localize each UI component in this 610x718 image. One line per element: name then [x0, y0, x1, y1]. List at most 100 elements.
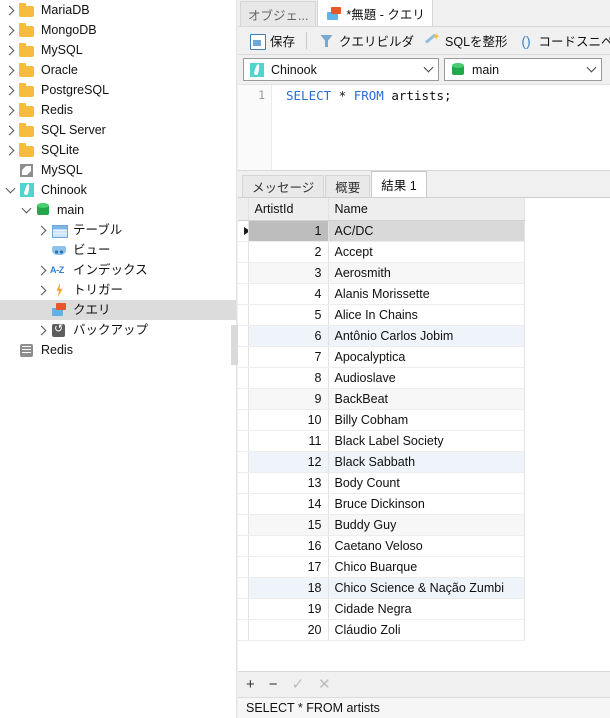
sql-editor[interactable]: 1 SELECT * FROM artists;: [238, 85, 610, 171]
table-row[interactable]: 18 Chico Science & Nação Zumbi: [238, 577, 525, 599]
cell-artistid[interactable]: 3: [248, 262, 329, 284]
chevron-right-icon[interactable]: [2, 65, 18, 75]
table-row[interactable]: 2 Accept: [238, 241, 525, 263]
tree-item-main[interactable]: main: [0, 200, 236, 220]
result-grid[interactable]: ArtistId Name 1 AC/DC 2 Accept 3 Aerosmith 4 Al…: [238, 198, 610, 671]
cell-name[interactable]: Buddy Guy: [328, 514, 525, 536]
cell-artistid[interactable]: 19: [248, 598, 329, 620]
delete-row-button[interactable]: −: [269, 677, 278, 692]
row-marker[interactable]: [238, 514, 249, 536]
row-marker[interactable]: [238, 346, 249, 368]
row-marker[interactable]: [238, 451, 249, 473]
document-tab-strip[interactable]: オブジェ... *無題 - クエリ: [238, 0, 610, 27]
tree-item-SQLite[interactable]: SQLite: [0, 140, 236, 160]
cell-name[interactable]: BackBeat: [328, 388, 525, 410]
row-marker[interactable]: [238, 388, 249, 410]
query-toolbar[interactable]: 保存 クエリビルダ SQLを整形 () コードスニペ: [238, 27, 610, 55]
tab-query[interactable]: *無題 - クエリ: [317, 0, 433, 26]
cell-name[interactable]: Cláudio Zoli: [328, 619, 525, 641]
result-table-body[interactable]: 1 AC/DC 2 Accept 3 Aerosmith 4 Alanis Morissett…: [238, 220, 525, 641]
chevron-down-icon[interactable]: [2, 183, 18, 194]
cell-artistid[interactable]: 18: [248, 577, 329, 599]
tree-item-Chinook[interactable]: Chinook: [0, 180, 236, 200]
cell-name[interactable]: Cidade Negra: [328, 598, 525, 620]
navigation-sidebar[interactable]: MariaDB MongoDB MySQL Oracle PostgreSQL Redis…: [0, 0, 236, 718]
cell-artistid[interactable]: 2: [248, 241, 329, 263]
cell-name[interactable]: Antônio Carlos Jobim: [328, 325, 525, 347]
tree-item-MongoDB[interactable]: MongoDB: [0, 20, 236, 40]
cell-name[interactable]: Billy Cobham: [328, 409, 525, 431]
chevron-right-icon[interactable]: [2, 5, 18, 15]
result-table[interactable]: ArtistId Name 1 AC/DC 2 Accept 3 Aerosmith 4 Al…: [238, 198, 525, 641]
query-builder-button[interactable]: クエリビルダ: [313, 30, 419, 52]
row-marker[interactable]: [238, 493, 249, 515]
table-row[interactable]: 13 Body Count: [238, 472, 525, 494]
table-row[interactable]: 17 Chico Buarque: [238, 556, 525, 578]
chevron-right-icon[interactable]: [2, 85, 18, 95]
tab-messages[interactable]: メッセージ: [242, 175, 325, 197]
chevron-right-icon[interactable]: [2, 145, 18, 155]
cell-artistid[interactable]: 10: [248, 409, 329, 431]
tree-item-SQL Server[interactable]: SQL Server: [0, 120, 236, 140]
connection-bar[interactable]: Chinook main: [238, 55, 610, 85]
cell-artistid[interactable]: 13: [248, 472, 329, 494]
cell-name[interactable]: Caetano Veloso: [328, 535, 525, 557]
table-row[interactable]: 1 AC/DC: [238, 220, 525, 242]
chevron-right-icon[interactable]: [2, 105, 18, 115]
grid-edit-toolbar[interactable]: + − ✓ ✕: [238, 671, 610, 697]
table-row[interactable]: 4 Alanis Morissette: [238, 283, 525, 305]
cell-name[interactable]: Alice In Chains: [328, 304, 525, 326]
table-row[interactable]: 20 Cláudio Zoli: [238, 619, 525, 641]
cell-name[interactable]: Apocalyptica: [328, 346, 525, 368]
tree-item-PostgreSQL[interactable]: PostgreSQL: [0, 80, 236, 100]
row-marker[interactable]: [238, 220, 249, 242]
row-marker[interactable]: [238, 304, 249, 326]
cell-artistid[interactable]: 16: [248, 535, 329, 557]
tree-item-クエリ[interactable]: クエリ: [0, 300, 236, 320]
cell-artistid[interactable]: 8: [248, 367, 329, 389]
cell-artistid[interactable]: 11: [248, 430, 329, 452]
cell-name[interactable]: Chico Science & Nação Zumbi: [328, 577, 525, 599]
code-snippet-button[interactable]: () コードスニペ: [513, 30, 610, 52]
sql-editor-text[interactable]: SELECT * FROM artists;: [272, 85, 610, 170]
tree-item-MySQL[interactable]: MySQL: [0, 160, 236, 180]
cell-artistid[interactable]: 17: [248, 556, 329, 578]
tree-item-MySQL[interactable]: MySQL: [0, 40, 236, 60]
row-marker[interactable]: [238, 430, 249, 452]
row-marker[interactable]: [238, 598, 249, 620]
cell-name[interactable]: Aerosmith: [328, 262, 525, 284]
chevron-down-icon[interactable]: [421, 62, 435, 73]
tree-item-バックアップ[interactable]: バックアップ: [0, 320, 236, 340]
table-row[interactable]: 5 Alice In Chains: [238, 304, 525, 326]
cell-name[interactable]: Alanis Morissette: [328, 283, 525, 305]
table-row[interactable]: 6 Antônio Carlos Jobim: [238, 325, 525, 347]
tree-item-テーブル[interactable]: テーブル: [0, 220, 236, 240]
cell-artistid[interactable]: 15: [248, 514, 329, 536]
row-marker[interactable]: [238, 409, 249, 431]
result-tab-strip[interactable]: メッセージ 概要 結果 1: [238, 171, 610, 198]
column-header-artistid[interactable]: ArtistId: [248, 198, 329, 221]
cell-name[interactable]: Accept: [328, 241, 525, 263]
confirm-edit-button[interactable]: ✓: [292, 677, 305, 692]
row-marker[interactable]: [238, 241, 249, 263]
table-row[interactable]: 14 Bruce Dickinson: [238, 493, 525, 515]
tree-item-MariaDB[interactable]: MariaDB: [0, 0, 236, 20]
chevron-right-icon[interactable]: [2, 25, 18, 35]
connection-select[interactable]: Chinook: [243, 58, 439, 81]
cell-name[interactable]: Audioslave: [328, 367, 525, 389]
tree-item-ビュー[interactable]: ビュー: [0, 240, 236, 260]
chevron-right-icon[interactable]: [34, 225, 50, 235]
table-row[interactable]: 15 Buddy Guy: [238, 514, 525, 536]
chevron-right-icon[interactable]: [34, 325, 50, 335]
cell-artistid[interactable]: 14: [248, 493, 329, 515]
table-row[interactable]: 12 Black Sabbath: [238, 451, 525, 473]
cell-artistid[interactable]: 1: [248, 220, 329, 242]
row-marker[interactable]: [238, 535, 249, 557]
row-marker[interactable]: [238, 283, 249, 305]
chevron-right-icon[interactable]: [34, 265, 50, 275]
cell-name[interactable]: Black Label Society: [328, 430, 525, 452]
row-marker[interactable]: [238, 556, 249, 578]
cell-name[interactable]: Bruce Dickinson: [328, 493, 525, 515]
tree-item-Redis[interactable]: Redis: [0, 340, 236, 360]
tree-item-Oracle[interactable]: Oracle: [0, 60, 236, 80]
